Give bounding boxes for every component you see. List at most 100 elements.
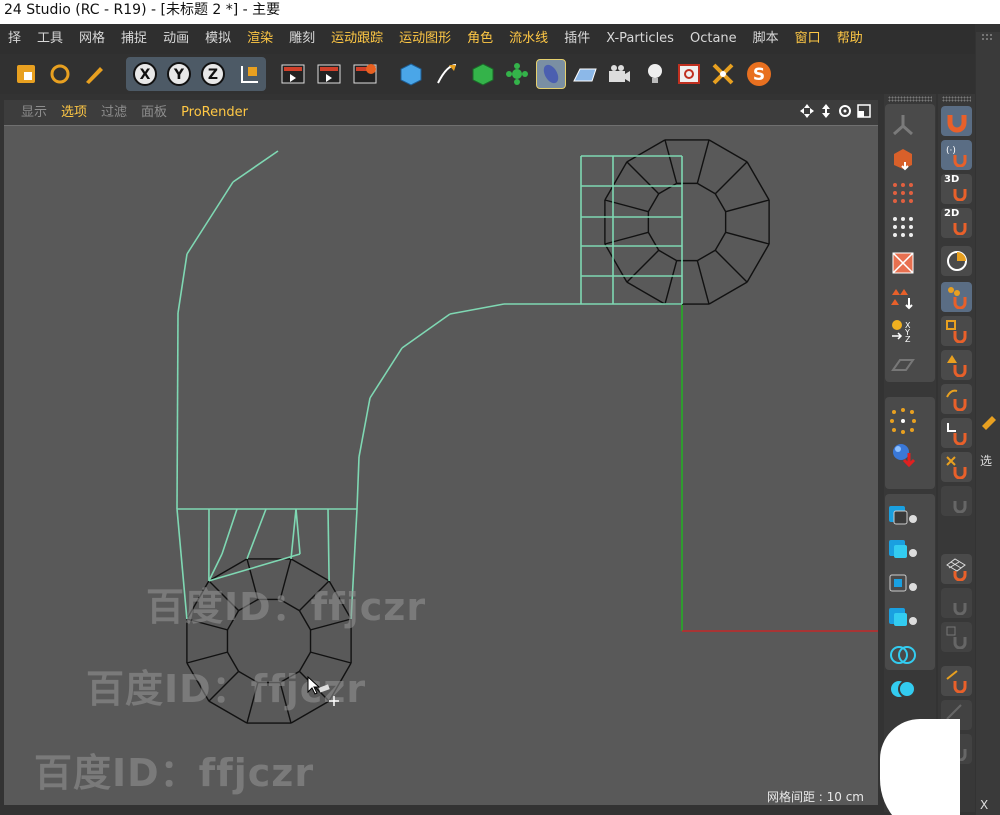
menu-item[interactable]: 脚本 (745, 24, 787, 54)
snap-midpoint-button[interactable] (941, 486, 972, 516)
tube-edge[interactable] (746, 243, 770, 283)
panel-object-icon[interactable] (980, 412, 998, 436)
tube-edge[interactable] (626, 281, 666, 305)
workplane-mode-icon[interactable] (888, 350, 918, 380)
xparticles-icon[interactable] (708, 59, 738, 89)
selected-edge[interactable] (449, 303, 505, 315)
brush-tool-icon[interactable] (79, 59, 109, 89)
menu-item[interactable]: 雕刻 (281, 24, 323, 54)
menu-item[interactable]: 择 (0, 24, 29, 54)
workplane-object-icon[interactable] (888, 502, 918, 532)
points-mode-icon[interactable] (888, 178, 918, 208)
model-mode-icon[interactable] (888, 110, 918, 140)
cube-object-icon[interactable] (396, 59, 426, 89)
tube-edge[interactable] (226, 610, 240, 631)
tube-edge[interactable] (290, 558, 330, 582)
selected-edge[interactable] (246, 508, 267, 560)
toggle-view-icon[interactable] (856, 103, 872, 123)
light-object-icon[interactable] (640, 59, 670, 89)
camera-object-icon[interactable] (604, 59, 634, 89)
render-settings-icon[interactable] (350, 59, 380, 89)
snap-radius-button[interactable] (941, 246, 972, 276)
tube-edge[interactable] (708, 139, 748, 163)
snap-grid-line-button[interactable] (941, 588, 972, 618)
snap-dynamic-guide-button[interactable] (941, 666, 972, 696)
move-view-icon[interactable] (799, 103, 815, 123)
snap-intersection-button[interactable] (941, 452, 972, 482)
axis-z-toggle[interactable]: Z (198, 59, 228, 89)
tube-edge[interactable] (208, 700, 248, 724)
tube-edge[interactable] (725, 199, 770, 213)
zoom-view-icon[interactable] (818, 103, 834, 123)
tube-edge[interactable] (746, 161, 770, 201)
tube-edge[interactable] (725, 231, 770, 245)
floor-object-icon[interactable] (570, 59, 600, 89)
boole-icon[interactable] (888, 640, 918, 670)
tube-edge[interactable] (626, 249, 660, 283)
close-tab[interactable]: X (980, 798, 988, 812)
tube-edge[interactable] (604, 161, 628, 201)
snap-edge-button[interactable] (941, 316, 972, 346)
viewport-menu-item[interactable]: ProRender (174, 100, 255, 125)
auto-snap-button[interactable]: (·) (941, 140, 972, 170)
palette-grip[interactable] (942, 96, 971, 102)
menu-item[interactable]: 动画 (155, 24, 197, 54)
rotate-view-icon[interactable] (837, 103, 853, 123)
selected-edge[interactable] (290, 508, 297, 559)
mesh-wireframe[interactable] (4, 126, 878, 805)
selected-edge[interactable] (350, 508, 358, 620)
menu-item[interactable]: X-Particles (598, 24, 682, 54)
viewport-menu-item[interactable]: 过滤 (94, 100, 134, 125)
selected-edge[interactable] (176, 508, 188, 620)
tube-edge[interactable] (310, 651, 352, 664)
tube-edge[interactable] (298, 610, 312, 631)
tweak-mode-icon[interactable]: XYZ (888, 316, 918, 346)
tube-edge[interactable] (604, 231, 649, 245)
3d-viewport[interactable]: 百度ID：ffjczr 百度ID：ffjczr 百度ID：ffjczr 网格间距… (4, 125, 878, 805)
texture-mode-icon[interactable] (888, 144, 918, 174)
tube-edge[interactable] (708, 281, 748, 305)
tube-edge[interactable] (604, 199, 649, 213)
tube-edge[interactable] (696, 260, 710, 305)
viewport-menu-item[interactable]: 显示 (14, 100, 54, 125)
axis-y-toggle[interactable]: Y (164, 59, 194, 89)
tube-edge[interactable] (208, 670, 240, 702)
menu-item[interactable]: 流水线 (501, 24, 556, 54)
tube-edge[interactable] (626, 161, 660, 195)
soft-selection-icon[interactable] (888, 406, 918, 436)
axis-x-toggle[interactable]: X (130, 59, 160, 89)
tube-edge[interactable] (186, 580, 210, 620)
snap-grid-button[interactable] (941, 554, 972, 584)
selected-edge[interactable] (232, 150, 279, 183)
boole-subtract-icon[interactable] (888, 674, 918, 704)
render-to-picture-viewer-icon[interactable] (314, 59, 344, 89)
workplane-align-icon[interactable] (888, 604, 918, 634)
tube-edge[interactable] (279, 682, 292, 724)
tube-edge[interactable] (186, 651, 228, 664)
menu-item[interactable]: 角色 (459, 24, 501, 54)
menu-item[interactable]: 模拟 (197, 24, 239, 54)
tube-edge[interactable] (238, 670, 259, 684)
tube-edge[interactable] (714, 161, 748, 195)
panel-grip-icon[interactable] (981, 32, 995, 42)
tube-edge[interactable] (298, 580, 330, 612)
deformer-icon[interactable] (536, 59, 566, 89)
polygons-mode-icon[interactable] (888, 248, 918, 278)
tube-edge[interactable] (279, 670, 300, 684)
pen-spline-icon[interactable] (432, 59, 462, 89)
viewport-menu-item[interactable]: 选项 (54, 100, 94, 125)
tube-edge[interactable] (246, 682, 259, 724)
workplane-camera-icon[interactable] (888, 536, 918, 566)
tube-edge[interactable] (697, 249, 716, 262)
tube-edge[interactable] (626, 139, 666, 163)
menu-item[interactable]: Octane (682, 24, 745, 54)
tube-edge[interactable] (186, 618, 228, 631)
cloner-icon[interactable] (502, 59, 532, 89)
selected-edge[interactable] (401, 313, 451, 349)
tube-edge[interactable] (658, 182, 677, 195)
selected-edge[interactable] (369, 347, 403, 399)
tube-edge[interactable] (714, 193, 727, 212)
snap-spline-button[interactable] (941, 384, 972, 414)
tube-edge[interactable] (647, 232, 660, 251)
tube-edge[interactable] (279, 558, 292, 600)
